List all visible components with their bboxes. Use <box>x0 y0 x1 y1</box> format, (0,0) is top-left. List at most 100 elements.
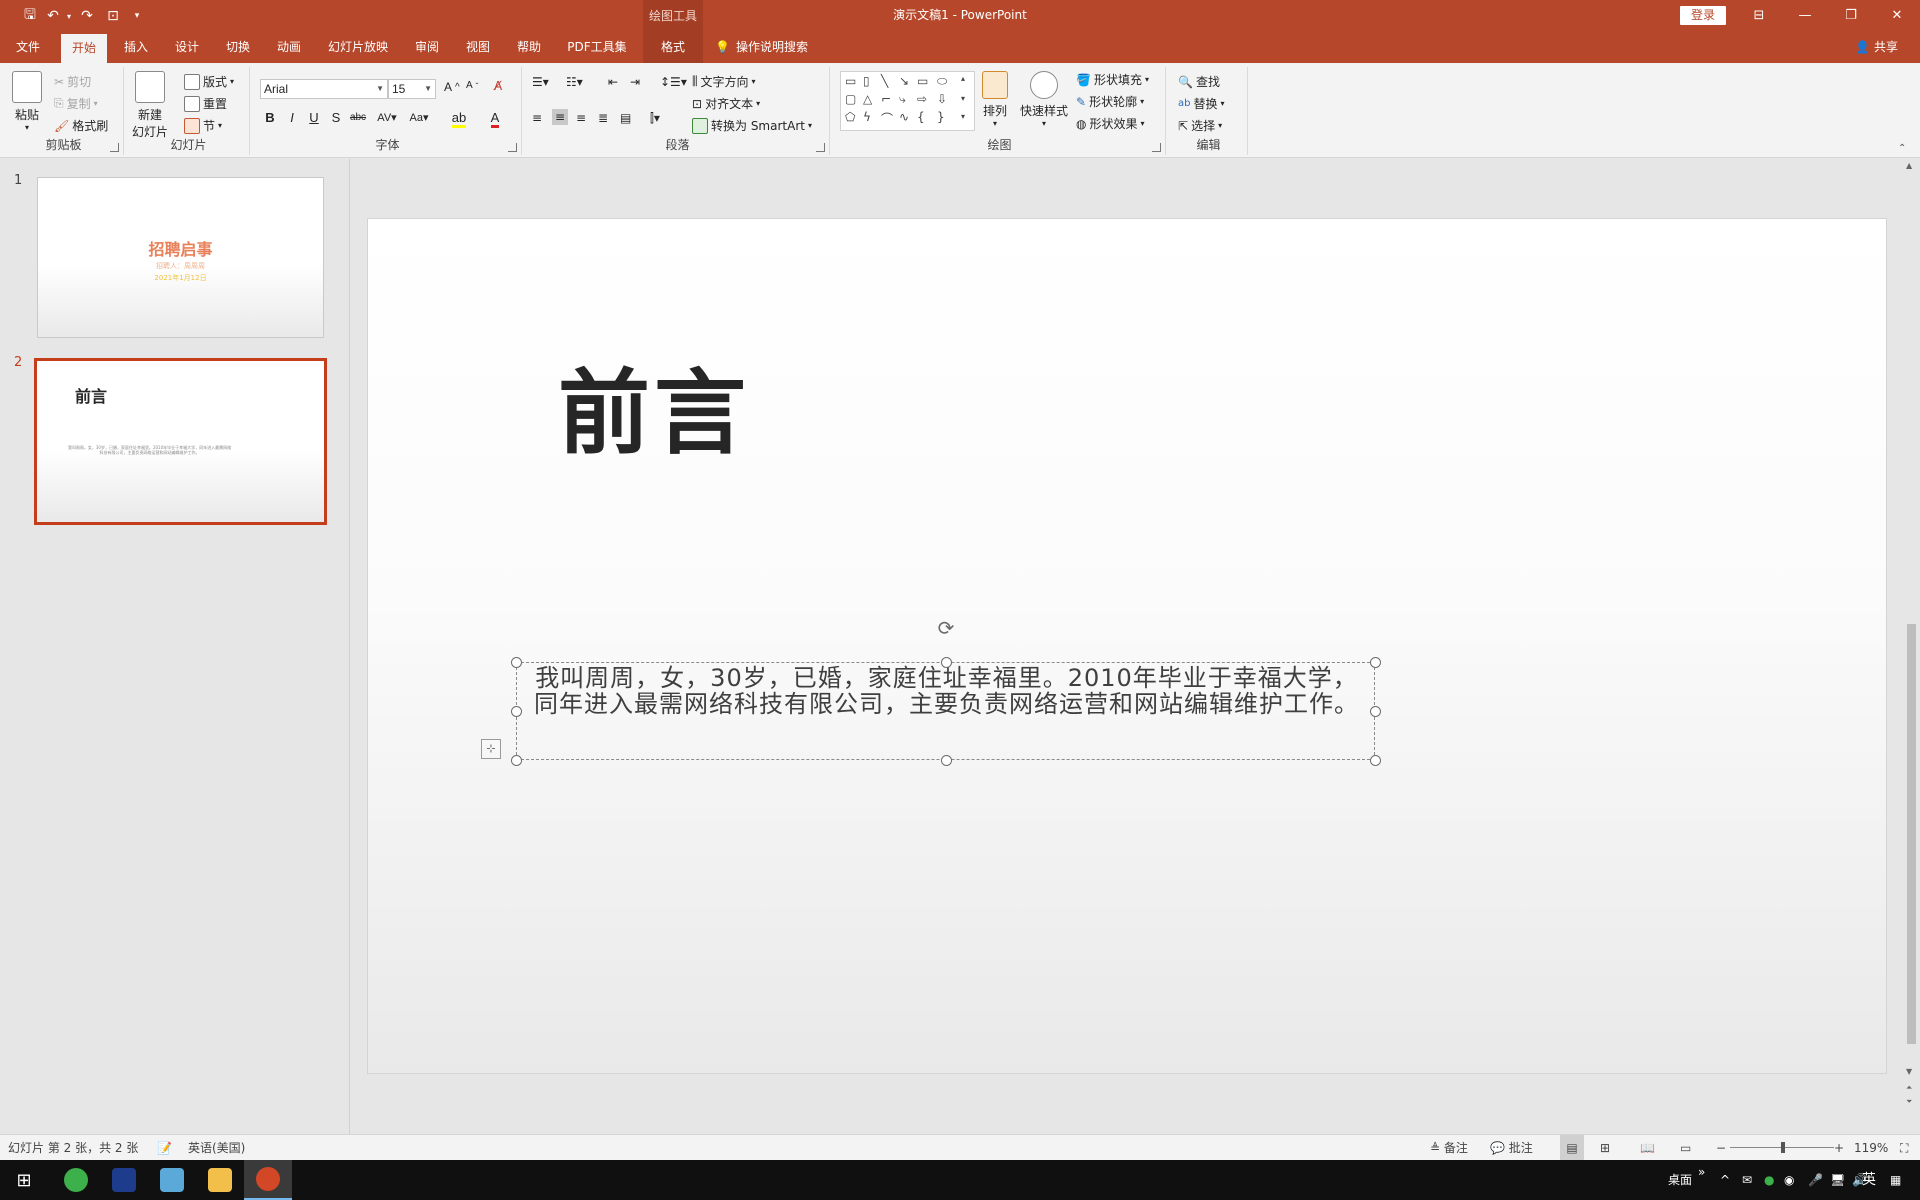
increase-indent-icon[interactable]: ⇥ <box>630 75 640 89</box>
slideshow-view-icon[interactable]: ▭ <box>1680 1135 1691 1161</box>
paragraph-launcher-icon[interactable] <box>816 143 825 152</box>
character-spacing-icon[interactable]: AV▾ <box>372 108 402 128</box>
ime-indicator[interactable]: 英 <box>1862 1160 1876 1200</box>
bold-icon[interactable]: B <box>260 108 280 128</box>
cut-button[interactable]: ✂ 剪切 <box>54 73 91 90</box>
find-button[interactable]: 🔍 查找 <box>1178 73 1220 90</box>
tab-pdf-tools[interactable]: PDF工具集 <box>560 31 634 63</box>
arrow-line-shape-icon[interactable]: ↘ <box>899 74 909 88</box>
redo-icon[interactable]: ↷ <box>74 4 100 28</box>
left-brace-shape-icon[interactable]: { <box>917 110 925 124</box>
share-button[interactable]: 👤 共享 <box>1855 31 1898 63</box>
lightning-shape-icon[interactable]: ϟ <box>863 110 871 124</box>
align-center-icon[interactable]: ≡ <box>552 109 569 125</box>
minimize-icon[interactable]: — <box>1782 0 1828 31</box>
tab-review[interactable]: 审阅 <box>405 31 449 63</box>
comments-button[interactable]: 💬 批注 <box>1490 1135 1533 1161</box>
ime-mode-icon[interactable]: ▦ <box>1890 1160 1901 1200</box>
strikethrough-icon[interactable]: abc <box>348 108 368 128</box>
resize-handle-left[interactable] <box>511 706 522 717</box>
zoom-level[interactable]: 119% <box>1854 1135 1888 1161</box>
shape-effects-button[interactable]: ◍ 形状效果 ▾ <box>1076 115 1145 132</box>
shape-outline-button[interactable]: ✎ 形状轮廓 ▾ <box>1076 93 1144 110</box>
decrease-font-size-icon[interactable]: Aˇ <box>466 80 478 91</box>
underline-icon[interactable]: U <box>304 108 324 128</box>
arc-shape-icon[interactable]: ⌒ <box>881 110 893 127</box>
previous-slide-icon[interactable]: ⏶ <box>1906 1083 1912 1093</box>
normal-view-icon[interactable]: ▤ <box>1560 1135 1584 1161</box>
resize-handle-right[interactable] <box>1370 706 1381 717</box>
triangle-shape-icon[interactable]: △ <box>863 92 872 106</box>
next-slide-icon[interactable]: ⏷ <box>1906 1097 1912 1107</box>
language-indicator[interactable]: 英语(美国) <box>188 1135 245 1161</box>
rectangle-shape-icon[interactable]: ▭ <box>917 74 928 88</box>
slide-title[interactable]: 前言 <box>558 339 750 472</box>
shape-fill-button[interactable]: 🪣 形状填充 ▾ <box>1076 71 1149 88</box>
font-name-combo[interactable]: Arial ▼ <box>260 79 388 99</box>
tray-overflow-icon[interactable]: ^ <box>1720 1160 1730 1200</box>
section-button[interactable]: 节 ▾ <box>184 117 222 134</box>
columns-icon[interactable]: ⫿▾ <box>650 111 660 126</box>
elbow-connector-shape-icon[interactable]: ⤷ <box>899 92 906 107</box>
taskbar-app-browser[interactable] <box>52 1160 100 1200</box>
justify-icon[interactable]: ≣ <box>598 111 608 125</box>
selected-textbox[interactable]: 我叫周周，女，30岁，已婚，家庭住址幸福里。2010年毕业于幸福大学，同年进入最… <box>511 657 1381 766</box>
tab-insert[interactable]: 插入 <box>114 31 158 63</box>
rotate-handle-icon[interactable]: ⟳ <box>935 617 957 639</box>
tell-me-search[interactable]: 💡 操作说明搜索 <box>715 31 808 63</box>
slide-canvas[interactable]: 前言 ⟳ 我叫周周，女，30岁，已婚，家庭住址幸福里。2010年毕业于幸福大学，… <box>367 218 1887 1074</box>
select-button[interactable]: ⇱ 选择 ▾ <box>1178 117 1222 134</box>
ribbon-display-options-icon[interactable]: ⊟ <box>1736 0 1782 31</box>
arrange-button[interactable]: 排列 ▾ <box>982 71 1008 128</box>
start-from-beginning-icon[interactable]: ⊡ <box>100 4 126 28</box>
line-shape-icon[interactable]: ╲ <box>881 74 888 88</box>
curve-shape-icon[interactable]: ∿ <box>899 110 909 124</box>
start-button[interactable]: ⊞ <box>0 1160 48 1200</box>
reading-view-icon[interactable]: 📖 <box>1640 1135 1655 1161</box>
reset-button[interactable]: 重置 <box>184 95 227 112</box>
zoom-out-icon[interactable]: − <box>1716 1135 1726 1161</box>
restore-icon[interactable]: ❐ <box>1828 0 1874 31</box>
taskbar-app-powerpoint[interactable] <box>244 1160 292 1200</box>
copy-button[interactable]: ⎘ 复制 ▾ <box>54 95 98 112</box>
change-case-icon[interactable]: Aa▾ <box>404 108 434 128</box>
replace-button[interactable]: ab 替换 ▾ <box>1178 95 1225 112</box>
textbox-body-text[interactable]: 我叫周周，女，30岁，已婚，家庭住址幸福里。2010年毕业于幸福大学，同年进入最… <box>517 665 1376 717</box>
quick-styles-button[interactable]: 快速样式 ▾ <box>1020 71 1068 128</box>
freeform-shape-icon[interactable]: ⬠ <box>845 110 855 124</box>
slide-thumbnail-2[interactable]: 前言 我叫周周，女，30岁，已婚，家庭住址幸福里。2010年毕业于幸福大学，同年… <box>34 358 327 525</box>
gallery-scroll-down-icon[interactable]: ▾ <box>961 94 965 103</box>
close-icon[interactable]: ✕ <box>1874 0 1920 31</box>
tab-format[interactable]: 格式 <box>648 31 698 63</box>
font-launcher-icon[interactable] <box>508 143 517 152</box>
microphone-icon[interactable]: 🎤 <box>1808 1160 1823 1200</box>
resize-handle-top[interactable] <box>941 657 952 668</box>
desktop-toolbar[interactable]: 桌面 <box>1668 1160 1692 1200</box>
tab-file[interactable]: 文件 <box>8 31 48 63</box>
tray-recorder-icon[interactable]: ◉ <box>1784 1160 1794 1200</box>
scrollbar-thumb[interactable] <box>1907 624 1916 1044</box>
text-direction-button[interactable]: ⫼ 文字方向 ▾ <box>692 73 756 90</box>
tab-design[interactable]: 设计 <box>165 31 209 63</box>
tab-home[interactable]: 开始 <box>61 34 107 63</box>
align-text-button[interactable]: ⊡ 对齐文本 ▾ <box>692 95 760 112</box>
taskbar-app-explorer[interactable] <box>196 1160 244 1200</box>
right-arrow-shape-icon[interactable]: ⇨ <box>917 92 927 106</box>
layout-button[interactable]: 版式 ▾ <box>184 73 234 90</box>
zoom-slider-thumb[interactable] <box>1781 1142 1785 1153</box>
tab-animations[interactable]: 动画 <box>267 31 311 63</box>
highlight-color-icon[interactable]: ab <box>444 108 474 128</box>
font-color-icon[interactable]: A <box>480 108 510 128</box>
clear-formatting-icon[interactable]: A̸ <box>494 79 502 93</box>
clipboard-launcher-icon[interactable] <box>110 143 119 152</box>
zoom-in-icon[interactable]: + <box>1834 1135 1844 1161</box>
resize-handle-top-left[interactable] <box>511 657 522 668</box>
new-slide-button[interactable]: 新建 幻灯片 <box>132 71 168 140</box>
undo-dropdown-icon[interactable]: ▾ <box>64 4 74 28</box>
scroll-up-icon[interactable]: ▲ <box>1906 161 1912 170</box>
convert-smartart-button[interactable]: 转换为 SmartArt ▾ <box>692 117 812 134</box>
align-left-icon[interactable]: ≡ <box>532 111 542 125</box>
right-brace-shape-icon[interactable]: } <box>937 110 945 124</box>
decrease-indent-icon[interactable]: ⇤ <box>608 75 618 89</box>
customize-qat-icon[interactable]: ▾ <box>126 4 148 28</box>
